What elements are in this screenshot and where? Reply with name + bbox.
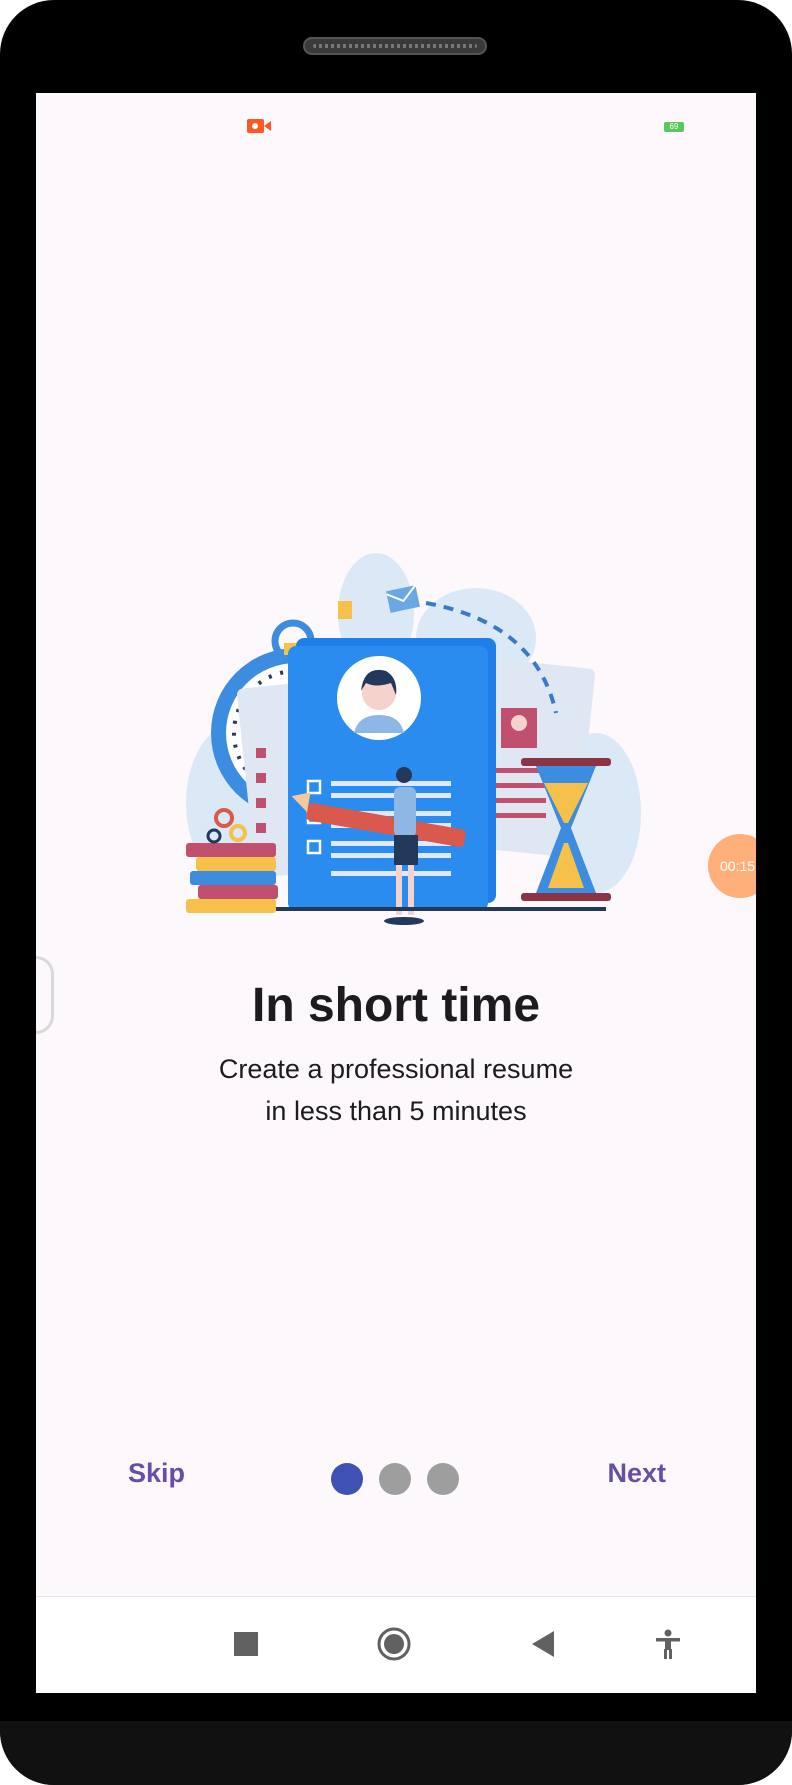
onboarding-title: In short time xyxy=(251,979,541,1032)
app-screen: 10:54 AM 69 In short time Create a profe… xyxy=(36,93,756,1693)
phone-speaker xyxy=(303,37,487,55)
recording-timer-bubble[interactable]: 00:15 xyxy=(708,834,756,898)
home-circle-icon[interactable] xyxy=(376,1626,412,1662)
status-time: 10:54 AM xyxy=(66,115,151,137)
skip-button[interactable]: Skip xyxy=(128,1458,185,1489)
phone-chin xyxy=(0,1721,792,1785)
side-edge-handle[interactable] xyxy=(36,956,54,1034)
next-button[interactable]: Next xyxy=(607,1458,666,1489)
page-dot-active[interactable] xyxy=(331,1463,363,1495)
accessibility-icon[interactable] xyxy=(653,1629,683,1659)
onboarding-subtitle: Create a professional resume in less tha… xyxy=(186,1048,606,1132)
system-nav-bar xyxy=(36,1596,756,1693)
page-dot[interactable] xyxy=(427,1463,459,1495)
phone-frame: 10:54 AM 69 In short time Create a profe… xyxy=(0,0,792,1785)
page-dot[interactable] xyxy=(379,1463,411,1495)
status-bar: 10:54 AM 69 xyxy=(36,93,756,159)
battery-icon: 69 xyxy=(664,122,684,132)
resume-illustration xyxy=(186,553,641,925)
back-triangle-icon[interactable] xyxy=(530,1631,556,1657)
recents-square-icon[interactable] xyxy=(234,1632,258,1656)
subtitle-line-2: in less than 5 minutes xyxy=(265,1096,527,1126)
subtitle-line-1: Create a professional resume xyxy=(218,1054,574,1084)
screen-record-icon xyxy=(247,119,271,133)
